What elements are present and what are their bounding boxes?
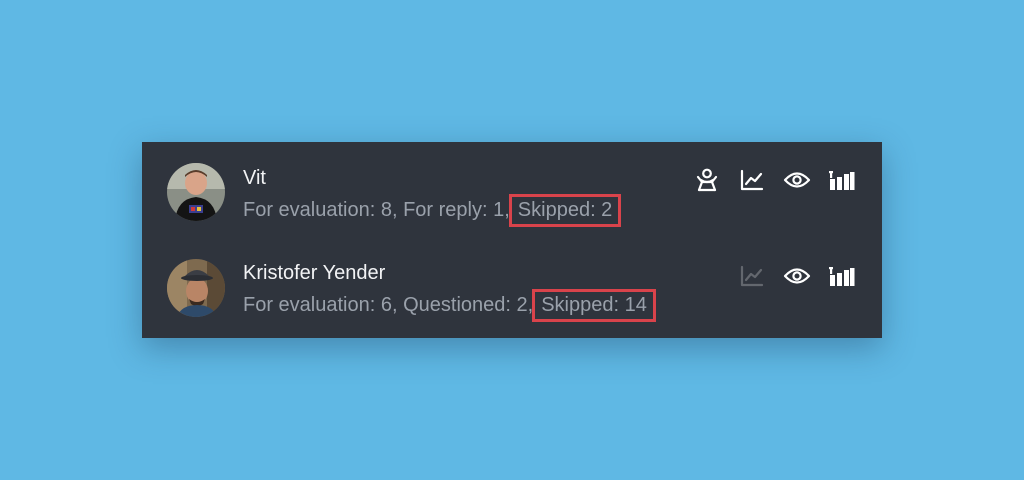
user-row-vit: Vit For evaluation: 8, For reply: 1, Skip… [142,142,882,238]
user-name: Kristofer Yender [243,262,386,284]
stats-summary: For evaluation: 8, For reply: 1, [243,199,510,221]
row-actions [738,263,856,289]
line-chart-icon[interactable] [738,167,766,193]
line-chart-icon [738,263,766,289]
stats-summary: For evaluation: 6, Questioned: 2, [243,294,534,316]
person-podium-icon[interactable] [693,167,721,193]
avatar [167,163,225,221]
skipped-count-highlight: Skipped: 2 [508,194,622,227]
bar-chart-icon[interactable] [828,167,856,193]
eye-icon[interactable] [783,263,811,289]
user-stats: For evaluation: 8, For reply: 1, Skipped:… [243,194,622,227]
row-actions [693,167,856,193]
eye-icon[interactable] [783,167,811,193]
user-stats: For evaluation: 6, Questioned: 2, Skipped… [243,289,656,322]
user-name: Vit [243,167,266,189]
user-stats-panel: Vit For evaluation: 8, For reply: 1, Skip… [142,142,882,338]
avatar [167,259,225,317]
user-row-kristofer-yender: Kristofer Yender For evaluation: 6, Ques… [142,238,882,334]
bar-chart-icon[interactable] [828,263,856,289]
skipped-count-highlight: Skipped: 14 [532,289,656,322]
